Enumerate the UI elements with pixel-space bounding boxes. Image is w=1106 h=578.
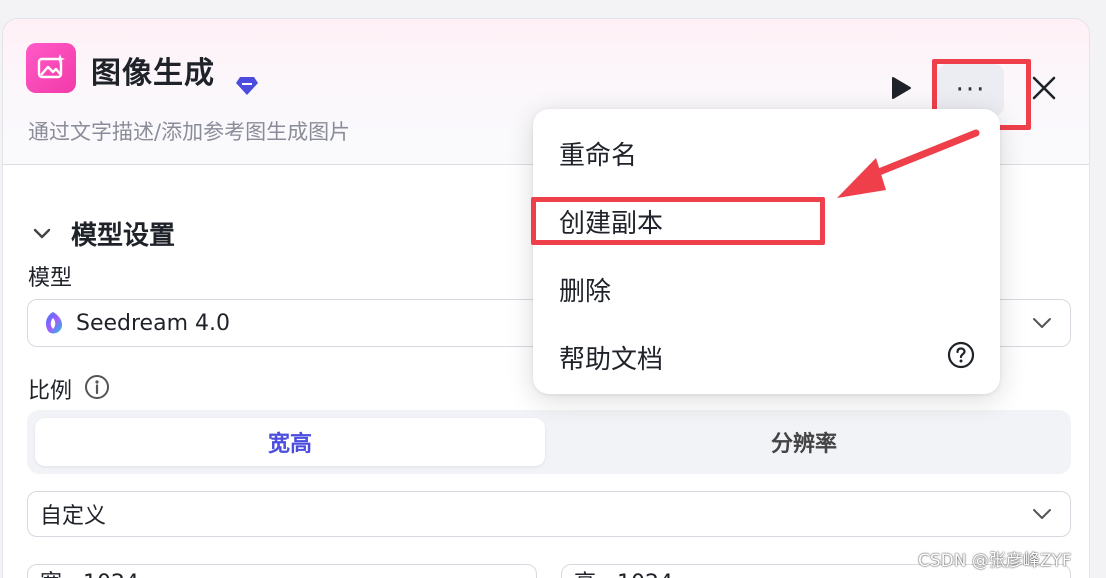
height-value: 1024 — [617, 571, 673, 578]
ratio-preset-value: 自定义 — [40, 504, 107, 529]
tab-aspect-ratio[interactable]: 宽高 — [35, 418, 545, 466]
chevron-down-icon — [1033, 509, 1051, 519]
height-label: 高 — [574, 571, 596, 578]
chevron-down-icon — [1033, 318, 1051, 328]
ratio-mode-tabs: 宽高 分辨率 — [27, 410, 1071, 474]
menu-item-rename[interactable]: 重命名 — [559, 135, 637, 172]
model-settings-section-toggle[interactable]: 模型设置 — [31, 215, 175, 252]
premium-gem-icon — [236, 77, 258, 95]
width-input[interactable]: 宽 1024 — [27, 564, 537, 578]
chevron-down-icon — [33, 228, 51, 238]
ratio-preset-select[interactable]: 自定义 — [27, 491, 1071, 537]
seedream-logo-icon — [45, 312, 63, 334]
node-description: 通过文字描述/添加参考图生成图片 — [28, 120, 351, 144]
ratio-label: 比例 — [28, 379, 73, 404]
tab-resolution[interactable]: 分辨率 — [545, 418, 1063, 466]
width-label: 宽 — [40, 571, 62, 578]
model-label: 模型 — [28, 266, 73, 291]
section-title: 模型设置 — [71, 221, 176, 251]
help-question-icon — [947, 341, 975, 369]
menu-item-duplicate[interactable]: 创建副本 — [559, 203, 663, 240]
close-icon — [1032, 76, 1056, 100]
menu-item-delete[interactable]: 删除 — [559, 271, 611, 308]
play-icon — [892, 77, 911, 99]
image-generate-icon — [26, 43, 76, 93]
run-button[interactable] — [886, 73, 916, 103]
model-value: Seedream 4.0 — [76, 310, 230, 336]
node-title: 图像生成 — [91, 56, 215, 91]
more-options-menu: 重命名 创建副本 删除 帮助文档 — [533, 109, 1000, 394]
info-icon[interactable] — [84, 374, 110, 400]
close-button[interactable] — [1027, 71, 1061, 105]
menu-item-help-docs[interactable]: 帮助文档 — [559, 339, 663, 376]
width-value: 1024 — [83, 571, 139, 578]
watermark-text: CSDN @张彦峰ZYF — [918, 551, 1072, 571]
ellipsis-icon: ··· — [955, 75, 987, 105]
